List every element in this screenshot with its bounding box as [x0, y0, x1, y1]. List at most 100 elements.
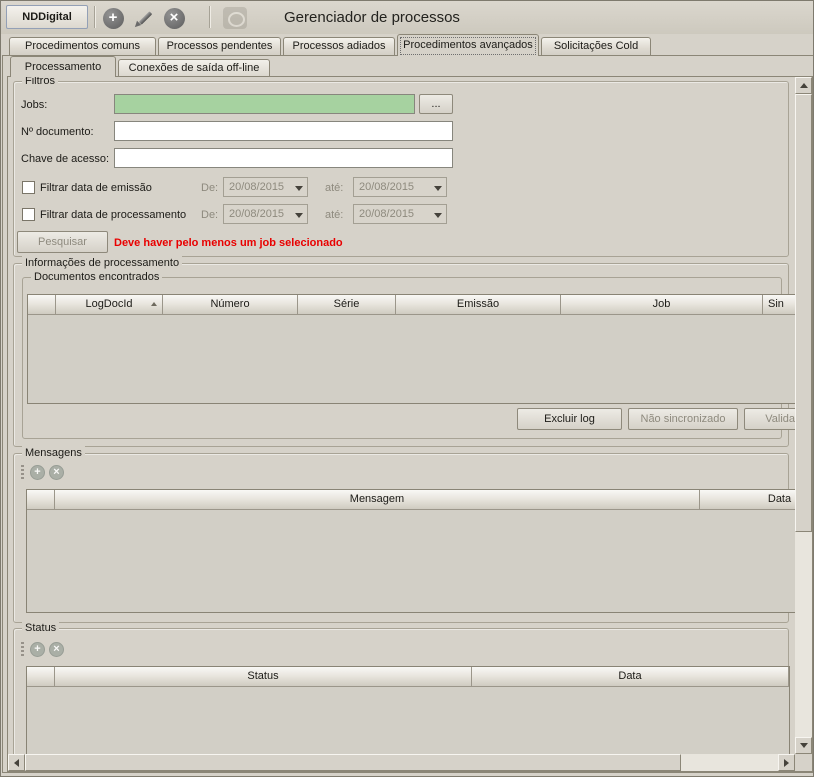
scroll-up-icon — [800, 83, 808, 88]
emission-to-datepicker[interactable]: 20/08/2015 — [353, 177, 447, 197]
messages-groupbox: Mensagens + × Mensagem Data — [13, 453, 789, 623]
add-status-button[interactable]: + — [30, 642, 45, 657]
tab-page-procedimentos-avancados: Processamento Conexões de saída off-line… — [2, 55, 814, 773]
emission-date-checkbox[interactable] — [22, 181, 35, 194]
focus-rectangle — [400, 37, 536, 55]
toolbar-separator — [209, 6, 210, 28]
process-icon — [223, 7, 247, 29]
edit-button[interactable] — [131, 5, 157, 31]
jobs-input[interactable] — [114, 94, 415, 114]
column-job[interactable]: Job — [561, 295, 763, 315]
processing-date-checkbox-label[interactable]: Filtrar data de processamento — [40, 208, 186, 222]
document-number-input[interactable] — [114, 121, 453, 141]
dropdown-arrow-icon — [295, 213, 303, 218]
processing-from-datepicker[interactable]: 20/08/2015 — [223, 204, 308, 224]
document-number-label: Nº documento: — [21, 125, 94, 139]
messages-table-header: Mensagem Data — [27, 490, 795, 510]
horizontal-scrollbar-thumb[interactable] — [25, 754, 681, 771]
documents-table-body — [28, 315, 795, 403]
not-synced-button[interactable]: Não sincronizado — [628, 408, 738, 430]
access-key-input[interactable] — [114, 148, 453, 168]
status-table-body — [27, 687, 789, 754]
row-header-column — [27, 490, 55, 510]
app-window: NDDigital + × Gerenciador de processos P… — [0, 0, 814, 777]
toolbar-separator — [94, 6, 95, 28]
filters-legend: Filtros — [22, 77, 58, 88]
add-button[interactable]: + — [100, 5, 126, 31]
horizontal-scrollbar[interactable] — [8, 754, 795, 771]
column-serie[interactable]: Série — [298, 295, 396, 315]
column-logdocid[interactable]: LogDocId — [56, 295, 163, 315]
tab-processamento[interactable]: Processamento — [10, 56, 116, 77]
scroll-left-button[interactable] — [8, 754, 25, 771]
warning-text: Deve haver pelo menos um job selecionado — [114, 236, 343, 250]
status-table-header: Status Data — [27, 667, 789, 687]
column-status[interactable]: Status — [55, 667, 472, 687]
jobs-browse-button[interactable]: ... — [419, 94, 453, 114]
delete-log-button[interactable]: Excluir log — [517, 408, 622, 430]
emission-from-datepicker[interactable]: 20/08/2015 — [223, 177, 308, 197]
processing-to-label: até: — [325, 208, 343, 222]
row-header-column — [27, 667, 55, 687]
status-table: Status Data — [26, 666, 790, 754]
scroll-right-icon — [784, 759, 789, 767]
column-numero[interactable]: Número — [163, 295, 298, 315]
messages-table-body — [27, 510, 795, 612]
processing-info-legend: Informações de processamento — [22, 256, 182, 270]
main-toolbar: NDDigital + × Gerenciador de processos — [1, 1, 813, 34]
scroll-down-button[interactable] — [795, 737, 812, 754]
scrollable-content: Filtros Jobs: ... Nº documento: Chave de… — [8, 77, 795, 754]
messages-table: Mensagem Data — [26, 489, 795, 613]
column-data[interactable]: Data — [700, 490, 795, 510]
remove-message-button[interactable]: × — [49, 465, 64, 480]
tab-solicitacoes-cold[interactable]: Solicitações Cold — [541, 37, 651, 55]
tab-procedimentos-avancados[interactable]: Procedimentos avançados — [397, 34, 539, 56]
status-toolbar: + × — [18, 639, 68, 659]
access-key-label: Chave de acesso: — [21, 152, 109, 166]
tab-processos-adiados[interactable]: Processos adiados — [283, 37, 395, 55]
process-button-disabled — [220, 5, 250, 31]
pencil-icon — [133, 7, 155, 29]
messages-legend: Mensagens — [22, 446, 85, 460]
scroll-up-button[interactable] — [795, 77, 812, 94]
emission-from-label: De: — [201, 181, 218, 195]
column-data[interactable]: Data — [472, 667, 789, 687]
date-value: 20/08/2015 — [359, 208, 414, 220]
toolbar-grip[interactable] — [21, 465, 24, 479]
dropdown-arrow-icon — [434, 213, 442, 218]
emission-date-checkbox-label[interactable]: Filtrar data de emissão — [40, 181, 152, 195]
status-groupbox: Status + × Status Data — [13, 628, 789, 754]
cancel-icon: × — [164, 8, 185, 29]
toolbar-grip[interactable] — [21, 642, 24, 656]
column-emissao[interactable]: Emissão — [396, 295, 561, 315]
validate-button[interactable]: Validar — [744, 408, 795, 430]
documents-groupbox: Documentos encontrados LogDocId Número S… — [22, 277, 782, 439]
jobs-label: Jobs: — [21, 98, 47, 112]
tab-procedimentos-comuns[interactable]: Procedimentos comuns — [9, 37, 156, 55]
cancel-button[interactable]: × — [161, 5, 187, 31]
cancel-icon: × — [53, 466, 59, 478]
date-value: 20/08/2015 — [229, 208, 284, 220]
dropdown-arrow-icon — [295, 186, 303, 191]
processing-date-checkbox[interactable] — [22, 208, 35, 221]
brand-button[interactable]: NDDigital — [6, 5, 88, 29]
scroll-left-icon — [14, 759, 19, 767]
scroll-down-icon — [800, 743, 808, 748]
scrollbar-corner — [795, 754, 812, 771]
processing-to-datepicker[interactable]: 20/08/2015 — [353, 204, 447, 224]
processing-info-groupbox: Informações de processamento Documentos … — [13, 263, 789, 447]
dropdown-arrow-icon — [434, 186, 442, 191]
add-message-button[interactable]: + — [30, 465, 45, 480]
tab-conexoes-saida-offline[interactable]: Conexões de saída off-line — [118, 59, 270, 76]
search-button[interactable]: Pesquisar — [17, 231, 108, 253]
column-sincronizado[interactable]: Sin — [763, 295, 795, 315]
documents-table-header: LogDocId Número Série Emissão Job Sin — [28, 295, 795, 315]
vertical-scrollbar[interactable] — [795, 77, 812, 754]
scroll-right-button[interactable] — [778, 754, 795, 771]
documents-legend: Documentos encontrados — [31, 270, 162, 284]
column-mensagem[interactable]: Mensagem — [55, 490, 700, 510]
tab-processos-pendentes[interactable]: Processos pendentes — [158, 37, 281, 55]
remove-status-button[interactable]: × — [49, 642, 64, 657]
vertical-scrollbar-thumb[interactable] — [795, 94, 812, 532]
row-header-column — [28, 295, 56, 315]
